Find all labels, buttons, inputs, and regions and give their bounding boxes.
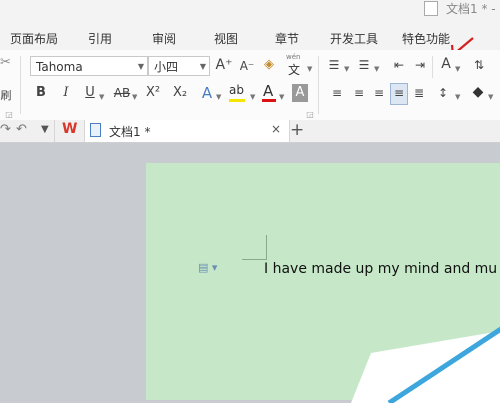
format-painter-label[interactable]: 刷 xyxy=(0,87,12,105)
font-color-button[interactable]: A xyxy=(260,82,278,105)
underline-button[interactable]: U xyxy=(82,84,98,102)
document-page[interactable]: ▤ ▾ I have made up my mind and mu xyxy=(146,163,500,403)
menu-special-features[interactable]: 特色功能 xyxy=(402,30,450,47)
margin-corner-mark xyxy=(242,235,267,260)
numbered-list-icon[interactable]: ☰ xyxy=(357,56,371,74)
chevron-down-icon[interactable]: ▼ xyxy=(216,88,221,106)
page-curl-shape xyxy=(351,326,500,403)
close-icon[interactable]: × xyxy=(271,122,281,136)
align-left-icon[interactable]: ≡ xyxy=(330,84,344,102)
text-effect-icon[interactable]: A xyxy=(199,84,215,102)
highlight-color-bar xyxy=(229,99,245,102)
undo-icon[interactable]: ↶ xyxy=(16,122,27,137)
font-color-label: A xyxy=(263,82,274,100)
font-size-select[interactable]: 小四 ▼ xyxy=(148,56,210,76)
chevron-down-icon[interactable]: ▼ xyxy=(374,60,379,78)
font-size-value: 小四 xyxy=(154,60,179,74)
chevron-down-icon: ▼ xyxy=(199,62,206,71)
chevron-down-icon[interactable]: ▼ xyxy=(307,60,312,78)
paragraph-icon[interactable]: ▤ ▾ xyxy=(198,261,217,274)
font-color-bar xyxy=(262,99,276,102)
document-tab[interactable]: 文档1 * × xyxy=(84,120,290,142)
redo-icon[interactable]: ↷ xyxy=(0,122,11,137)
sort-icon[interactable]: ⇅ xyxy=(472,56,486,74)
cut-icon[interactable]: ✂ xyxy=(0,54,11,72)
chevron-down-icon[interactable]: ▼ xyxy=(488,88,493,106)
separator xyxy=(432,56,433,78)
title-strip: 文档1 * - xyxy=(0,0,500,22)
chevron-down-icon[interactable]: ▼ xyxy=(455,60,460,78)
document-text[interactable]: I have made up my mind and mu xyxy=(264,261,497,277)
char-shading-button[interactable]: A xyxy=(292,84,308,102)
bold-button[interactable]: B xyxy=(33,84,49,102)
separator xyxy=(318,56,319,114)
superscript-button[interactable]: X² xyxy=(143,84,163,102)
shrink-font-button[interactable]: A⁻ xyxy=(238,57,256,75)
menu-references[interactable]: 引用 xyxy=(88,30,112,47)
pinyin-char: 文 xyxy=(288,63,301,77)
quick-access-dropdown-icon[interactable]: ▼ xyxy=(41,124,49,135)
align-right-icon[interactable]: ≡ xyxy=(372,84,386,102)
grow-font-button[interactable]: A⁺ xyxy=(215,56,233,74)
highlight-label: ab xyxy=(229,83,244,97)
menu-sections[interactable]: 章节 xyxy=(275,30,299,47)
new-tab-button[interactable]: + xyxy=(290,120,304,140)
chevron-down-icon[interactable]: ▼ xyxy=(455,88,460,106)
chevron-down-icon[interactable]: ▼ xyxy=(250,88,255,106)
menu-bar: 页面布局 引用 审阅 视图 章节 开发工具 特色功能 xyxy=(0,22,500,57)
menu-view[interactable]: 视图 xyxy=(214,30,238,47)
document-tab-label: 文档1 * xyxy=(109,125,151,139)
chevron-down-icon[interactable]: ▼ xyxy=(132,88,137,106)
menu-page-layout[interactable]: 页面布局 xyxy=(10,30,58,47)
increase-indent-icon[interactable]: ⇥ xyxy=(413,56,427,74)
font-name-select[interactable]: Tahoma ▼ xyxy=(30,56,148,76)
shading-fill-icon[interactable]: ◆ xyxy=(470,83,486,101)
document-icon xyxy=(90,123,101,137)
clear-format-icon[interactable]: ◈ xyxy=(260,56,278,74)
align-center-icon[interactable]: ≡ xyxy=(352,84,366,102)
document-icon xyxy=(424,1,438,16)
separator xyxy=(20,56,21,114)
chevron-down-icon[interactable]: ▼ xyxy=(344,60,349,78)
line-spacing-icon[interactable]: ↕ xyxy=(436,84,450,102)
wps-home-tab[interactable]: W xyxy=(54,120,85,142)
window-title: 文档1 * - xyxy=(446,2,496,16)
chevron-down-icon[interactable]: ▼ xyxy=(99,88,104,106)
distributed-align-icon[interactable]: ≣ xyxy=(412,84,426,102)
bullet-list-icon[interactable]: ☰ xyxy=(327,56,341,74)
strikethrough-button[interactable]: AB xyxy=(112,84,132,102)
pinyin-label: wén xyxy=(286,53,301,61)
menu-review[interactable]: 审阅 xyxy=(152,30,176,47)
text-direction-icon[interactable]: A xyxy=(438,55,454,73)
document-tab-bar: ↷ ↶ ▼ W 文档1 * × + xyxy=(0,120,500,143)
decrease-indent-icon[interactable]: ⇤ xyxy=(392,56,406,74)
wps-logo-icon: W xyxy=(62,121,78,137)
italic-button[interactable]: I xyxy=(58,84,74,102)
pinyin-guide-button[interactable]: wén 文 xyxy=(284,53,306,77)
justify-icon[interactable]: ≡ xyxy=(390,83,408,105)
highlight-button[interactable]: ab xyxy=(227,83,249,105)
ribbon-toolbar: ✂ 刷 Tahoma ▼ 小四 ▼ A⁺ A⁻ ◈ wén 文 ▼ B I U … xyxy=(0,50,500,121)
menu-developer-tools[interactable]: 开发工具 xyxy=(330,30,378,47)
chevron-down-icon[interactable]: ▼ xyxy=(279,88,284,106)
font-name-value: Tahoma xyxy=(36,60,83,74)
subscript-button[interactable]: X₂ xyxy=(170,84,190,102)
chevron-down-icon: ▼ xyxy=(137,62,144,71)
